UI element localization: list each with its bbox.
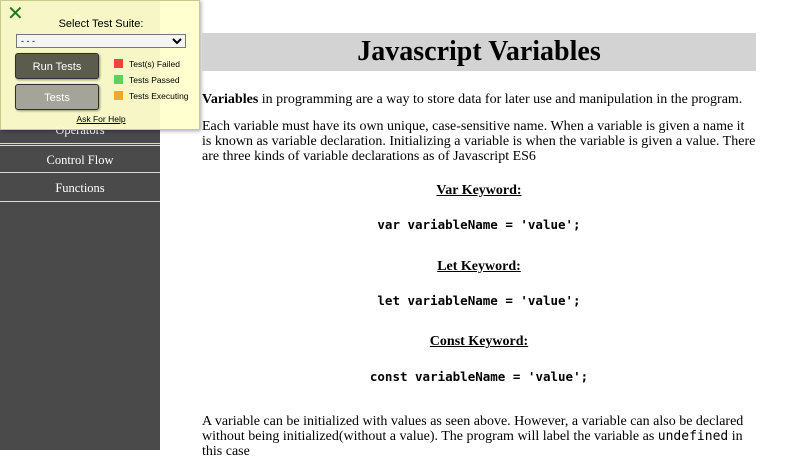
undefined-code: undefined [657,429,729,444]
var-code: var variableName = 'value'; [377,217,581,232]
intro-bold: Variables [202,92,259,107]
test-suite-panel: ✕ Select Test Suite: - - - Run Tests Tes… [0,0,200,130]
run-tests-button[interactable]: Run Tests [15,53,99,79]
let-code: let variableName = 'value'; [377,293,581,308]
tests-button[interactable]: Tests [15,84,99,110]
legend-failed-label: Test(s) Failed [129,59,181,69]
test-suite-select[interactable]: - - - [16,34,186,48]
declaration-paragraph: Each variable must have its own unique, … [202,119,756,164]
ask-for-help-link[interactable]: Ask For Help [1,114,201,124]
initialization-paragraph: A variable can be initialized with value… [202,414,756,459]
main-content: Javascript Variables Variables in progra… [202,33,756,459]
passed-swatch [114,75,123,84]
const-code: const variableName = 'value'; [369,369,589,384]
const-heading: Const Keyword: [429,334,529,349]
executing-swatch [114,91,123,100]
intro-text: in programming are a way to store data f… [258,92,743,107]
legend-passed-label: Tests Passed [129,75,180,85]
sidebar-item-control-flow[interactable]: Control Flow [0,145,160,173]
sidebar-item-functions[interactable]: Functions [0,174,160,202]
legend-executing-label: Tests Executing [129,91,189,101]
var-heading: Var Keyword: [436,183,522,198]
suite-label: Select Test Suite: [58,18,144,30]
let-heading: Let Keyword: [437,259,521,274]
page-title: Javascript Variables [202,33,756,71]
failed-swatch [114,59,123,68]
intro-paragraph: Variables in programming are a way to st… [202,92,756,107]
